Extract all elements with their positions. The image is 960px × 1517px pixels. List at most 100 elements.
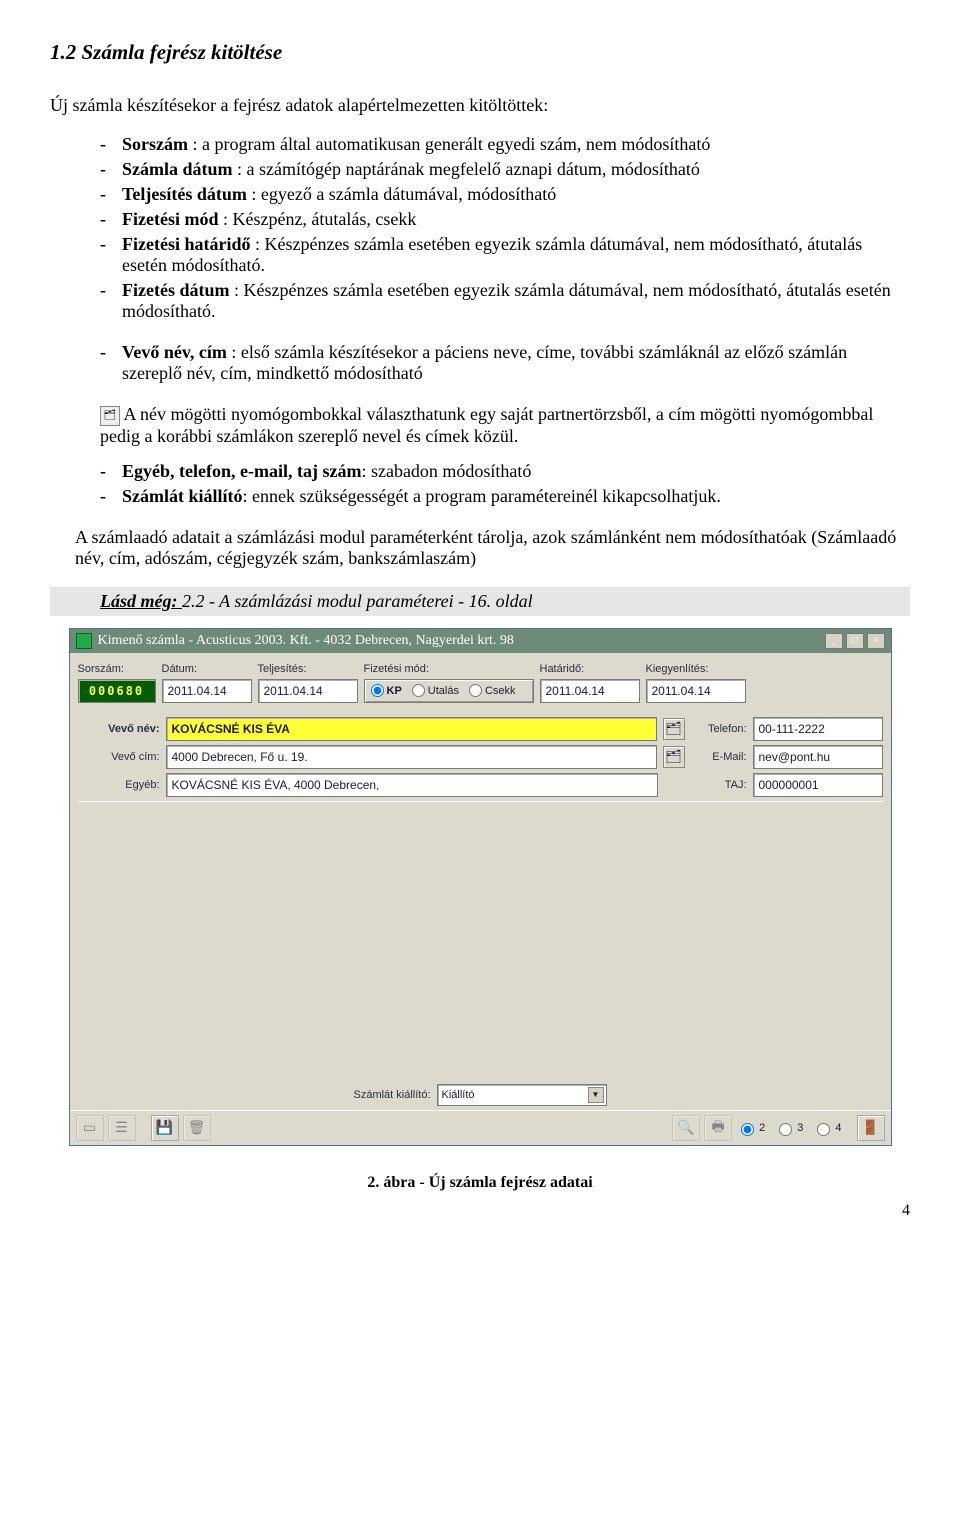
- close-button[interactable]: ×: [867, 633, 885, 649]
- radio-copies-3[interactable]: 3: [774, 1120, 803, 1136]
- list-rest: : a program által automatikusan generált…: [188, 134, 710, 154]
- field-teljesites[interactable]: 2011.04.14: [258, 679, 358, 703]
- field-hatarido[interactable]: 2011.04.14: [540, 679, 640, 703]
- list-item: Fizetés dátum : Készpénzes számla esetéb…: [100, 280, 910, 322]
- szamlaado-paragraph: A számlaadó adatait a számlázási modul p…: [50, 527, 910, 569]
- radio-copies-3-input[interactable]: [779, 1123, 792, 1136]
- radio-utalas[interactable]: Utalás: [412, 684, 459, 697]
- field-kiegyenlites[interactable]: 2011.04.14: [646, 679, 746, 703]
- list-term: Sorszám: [122, 134, 188, 154]
- list-item: Teljesítés dátum : egyező a számla dátum…: [100, 184, 910, 205]
- radio-copies-2-input[interactable]: [741, 1123, 754, 1136]
- list-term: Számlát kiállító: [122, 486, 243, 506]
- print-button[interactable]: 🖶: [704, 1115, 732, 1141]
- list-term: Számla dátum: [122, 159, 233, 179]
- list-item: Fizetési határidő : Készpénzes számla es…: [100, 234, 910, 276]
- bullet-list-2: Vevő név, cím : első számla készítésekor…: [50, 342, 910, 384]
- field-egyeb[interactable]: KOVÁCSNÉ KIS ÉVA, 4000 Debrecen,: [166, 773, 658, 797]
- label-kiallito: Számlát kiállító:: [353, 1089, 430, 1101]
- label-datum: Dátum:: [162, 663, 252, 675]
- copy-count-radios[interactable]: 2 3 4: [736, 1120, 841, 1136]
- see-also-text: 2.2 - A számlázási modul paraméterei - 1…: [182, 591, 533, 611]
- save-button[interactable]: 💾: [151, 1115, 179, 1141]
- titlebar: Kimenő számla - Acusticus 2003. Kft. - 4…: [70, 629, 891, 653]
- icon-hint-paragraph: 🗂 A név mögötti nyomógombokkal választha…: [50, 404, 910, 447]
- new-button[interactable]: ▭: [76, 1115, 104, 1141]
- window-title: Kimenő számla - Acusticus 2003. Kft. - 4…: [98, 633, 514, 649]
- list-term: Fizetési határidő: [122, 234, 250, 254]
- row-vevo-cim: Vevő cím: 4000 Debrecen, Fő u. 19. 🗂 E-M…: [78, 745, 883, 769]
- list-item: Fizetési mód : Készpénz, átutalás, csekk: [100, 209, 910, 230]
- minimize-button[interactable]: _: [825, 633, 843, 649]
- fizmod-radio-group[interactable]: KP Utalás Csekk: [364, 679, 534, 703]
- divider: [78, 801, 883, 802]
- app-icon: [76, 633, 92, 649]
- label-hatarido: Határidő:: [540, 663, 640, 675]
- intro-paragraph: Új számla készítésekor a fejrész adatok …: [50, 95, 910, 116]
- screenshot-window-wrap: Kimenő számla - Acusticus 2003. Kft. - 4…: [69, 628, 892, 1146]
- radio-csekk-input[interactable]: [469, 684, 482, 697]
- bullet-list-1: Sorszám : a program által automatikusan …: [50, 134, 910, 322]
- list-item: Vevő név, cím : első számla készítésekor…: [100, 342, 910, 384]
- radio-copies-2[interactable]: 2: [736, 1120, 765, 1136]
- exit-button[interactable]: 🚪: [857, 1115, 885, 1141]
- list-term: Fizetés dátum: [122, 280, 229, 300]
- label-fizmod: Fizetési mód:: [364, 663, 534, 675]
- list-term: Vevő név, cím: [122, 342, 227, 362]
- lookup-icon: 🗂: [100, 406, 120, 426]
- label-vevo-nev: Vevő név:: [78, 723, 160, 735]
- radio-utalas-input[interactable]: [412, 684, 425, 697]
- label-kiegyenlites: Kiegyenlítés:: [646, 663, 746, 675]
- page-number: 4: [50, 1202, 910, 1220]
- door-icon: 🚪: [862, 1119, 879, 1136]
- radio-copies-4[interactable]: 4: [812, 1120, 841, 1136]
- radio-csekk[interactable]: Csekk: [469, 684, 516, 697]
- field-vevo-nev[interactable]: KOVÁCSNÉ KIS ÉVA: [166, 717, 657, 741]
- toolbar: ▭ ☰ 💾 🗑 🔍 🖶 2 3 4 🚪: [70, 1110, 891, 1145]
- field-sorszam: 000680: [78, 679, 156, 703]
- lookup-partner-button[interactable]: 🗂: [663, 718, 685, 740]
- list-rest: : Készpénz, átutalás, csekk: [218, 209, 416, 229]
- chevron-down-icon[interactable]: ▼: [588, 1087, 604, 1103]
- list-icon: ☰: [115, 1119, 128, 1136]
- select-kiallito[interactable]: Kiállító ▼: [437, 1084, 607, 1106]
- list-term: Fizetési mód: [122, 209, 218, 229]
- delete-button[interactable]: 🗑: [183, 1115, 211, 1141]
- radio-kp[interactable]: KP: [371, 684, 402, 697]
- field-taj[interactable]: 000000001: [753, 773, 883, 797]
- list-rest: : Készpénzes számla esetében egyezik szá…: [122, 280, 891, 321]
- list-rest: : egyező a számla dátumával, módosítható: [247, 184, 556, 204]
- form-area: Sorszám: Dátum: Teljesítés: Fizetési mód…: [70, 653, 891, 1110]
- select-kiallito-value: Kiállító: [442, 1089, 475, 1101]
- row-vevo-nev: Vevő név: KOVÁCSNÉ KIS ÉVA 🗂 Telefon: 00…: [78, 717, 883, 741]
- radio-copies-4-input[interactable]: [817, 1123, 830, 1136]
- preview-button[interactable]: 🔍: [672, 1115, 700, 1141]
- maximize-button[interactable]: □: [846, 633, 864, 649]
- header-fields-row: 000680 2011.04.14 2011.04.14 KP Utalás C…: [78, 679, 883, 703]
- list-rest: : ennek szükségességét a program paramét…: [243, 486, 721, 506]
- list-rest: : szabadon módosítható: [361, 461, 531, 481]
- lookup-address-button[interactable]: 🗂: [663, 746, 685, 768]
- icon-hint-text: A név mögötti nyomógombokkal választhatu…: [100, 404, 873, 446]
- row-egyeb: Egyéb: KOVÁCSNÉ KIS ÉVA, 4000 Debrecen, …: [78, 773, 883, 797]
- list-button[interactable]: ☰: [108, 1115, 136, 1141]
- bullet-list-3: Egyéb, telefon, e-mail, taj szám: szabad…: [50, 461, 910, 507]
- printer-icon: 🖶: [712, 1116, 725, 1140]
- see-also-bar: Lásd még: 2.2 - A számlázási modul param…: [50, 587, 910, 616]
- radio-kp-input[interactable]: [371, 684, 384, 697]
- field-vevo-cim[interactable]: 4000 Debrecen, Fő u. 19.: [166, 745, 657, 769]
- field-email[interactable]: nev@pont.hu: [753, 745, 883, 769]
- list-item: Egyéb, telefon, e-mail, taj szám: szabad…: [100, 461, 910, 482]
- list-item: Számlát kiállító: ennek szükségességét a…: [100, 486, 910, 507]
- field-datum[interactable]: 2011.04.14: [162, 679, 252, 703]
- list-item: Sorszám : a program által automatikusan …: [100, 134, 910, 155]
- list-rest: : a számítógép naptárának megfelelő azna…: [233, 159, 700, 179]
- field-telefon[interactable]: 00-111-2222: [753, 717, 883, 741]
- row-kiallito: Számlát kiállító: Kiállító ▼: [78, 1084, 883, 1106]
- list-term: Teljesítés dátum: [122, 184, 247, 204]
- floppy-icon: 💾: [156, 1119, 173, 1136]
- label-telefon: Telefon:: [691, 723, 747, 735]
- section-heading: 1.2 Számla fejrész kitöltése: [50, 40, 910, 65]
- trash-icon: 🗑: [188, 1119, 206, 1136]
- label-teljesites: Teljesítés:: [258, 663, 358, 675]
